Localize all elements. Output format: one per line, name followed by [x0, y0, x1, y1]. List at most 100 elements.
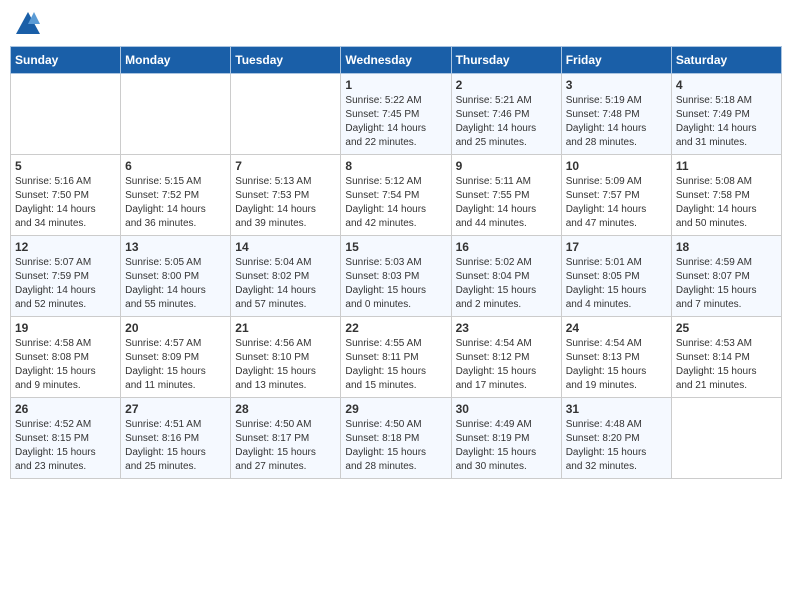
day-number: 18	[676, 240, 777, 254]
calendar-cell: 6 Sunrise: 5:15 AM Sunset: 7:52 PM Daylig…	[121, 155, 231, 236]
calendar-cell: 14 Sunrise: 5:04 AM Sunset: 8:02 PM Dayli…	[231, 236, 341, 317]
calendar-cell: 29Sunrise: 4:50 AM Sunset: 8:18 PM Dayli…	[341, 398, 451, 479]
calendar-cell: 11 Sunrise: 5:08 AM Sunset: 7:58 PM Dayli…	[671, 155, 781, 236]
calendar-week-2: 5Sunrise: 5:16 AM Sunset: 7:50 PM Daylig…	[11, 155, 782, 236]
calendar-cell	[11, 74, 121, 155]
day-info: Sunrise: 5:13 AM Sunset: 7:53 PM Dayligh…	[235, 175, 336, 231]
day-info: Sunrise: 4:49 AM Sunset: 8:19 PM Dayligh…	[456, 418, 557, 474]
calendar-cell: 3Sunrise: 5:19 AM Sunset: 7:48 PM Daylig…	[561, 74, 671, 155]
day-info: Sunrise: 4:54 AM Sunset: 8:13 PM Dayligh…	[566, 337, 667, 393]
weekday-header-friday: Friday	[561, 47, 671, 74]
calendar-cell: 22 Sunrise: 4:55 AM Sunset: 8:11 PM Dayli…	[341, 317, 451, 398]
day-number: 11	[676, 159, 777, 173]
calendar-cell: 23 Sunrise: 4:54 AM Sunset: 8:12 PM Dayli…	[451, 317, 561, 398]
day-info: Sunrise: 5:08 AM Sunset: 7:58 PM Dayligh…	[676, 175, 777, 231]
day-info: Sunrise: 5:09 AM Sunset: 7:57 PM Dayligh…	[566, 175, 667, 231]
day-number: 2	[456, 78, 557, 92]
day-number: 16	[456, 240, 557, 254]
calendar-cell: 26 Sunrise: 4:52 AM Sunset: 8:15 PM Dayli…	[11, 398, 121, 479]
calendar-cell: 5Sunrise: 5:16 AM Sunset: 7:50 PM Daylig…	[11, 155, 121, 236]
weekday-header-saturday: Saturday	[671, 47, 781, 74]
day-number: 8	[345, 159, 446, 173]
calendar-week-5: 26 Sunrise: 4:52 AM Sunset: 8:15 PM Dayli…	[11, 398, 782, 479]
day-info: Sunrise: 5:15 AM Sunset: 7:52 PM Dayligh…	[125, 175, 226, 231]
calendar-cell: 13 Sunrise: 5:05 AM Sunset: 8:00 PM Dayli…	[121, 236, 231, 317]
calendar-cell: 8 Sunrise: 5:12 AM Sunset: 7:54 PM Daylig…	[341, 155, 451, 236]
logo	[14, 10, 46, 38]
calendar-week-4: 19Sunrise: 4:58 AM Sunset: 8:08 PM Dayli…	[11, 317, 782, 398]
day-info: Sunrise: 4:50 AM Sunset: 8:17 PM Dayligh…	[235, 418, 336, 474]
day-info: Sunrise: 4:52 AM Sunset: 8:15 PM Dayligh…	[15, 418, 116, 474]
day-info: Sunrise: 4:55 AM Sunset: 8:11 PM Dayligh…	[345, 337, 446, 393]
day-info: Sunrise: 4:50 AM Sunset: 8:18 PM Dayligh…	[345, 418, 446, 474]
day-info: Sunrise: 5:22 AM Sunset: 7:45 PM Dayligh…	[345, 94, 446, 150]
calendar-cell: 2 Sunrise: 5:21 AM Sunset: 7:46 PM Daylig…	[451, 74, 561, 155]
day-number: 9	[456, 159, 557, 173]
calendar-cell	[121, 74, 231, 155]
day-info: Sunrise: 5:12 AM Sunset: 7:54 PM Dayligh…	[345, 175, 446, 231]
calendar-cell: 4 Sunrise: 5:18 AM Sunset: 7:49 PM Daylig…	[671, 74, 781, 155]
calendar-cell: 27Sunrise: 4:51 AM Sunset: 8:16 PM Dayli…	[121, 398, 231, 479]
day-number: 10	[566, 159, 667, 173]
day-number: 1	[345, 78, 446, 92]
day-number: 25	[676, 321, 777, 335]
calendar-cell: 1 Sunrise: 5:22 AM Sunset: 7:45 PM Daylig…	[341, 74, 451, 155]
day-number: 20	[125, 321, 226, 335]
day-number: 13	[125, 240, 226, 254]
day-info: Sunrise: 4:58 AM Sunset: 8:08 PM Dayligh…	[15, 337, 116, 393]
calendar-cell: 30 Sunrise: 4:49 AM Sunset: 8:19 PM Dayli…	[451, 398, 561, 479]
weekday-header-tuesday: Tuesday	[231, 47, 341, 74]
day-number: 31	[566, 402, 667, 416]
day-info: Sunrise: 5:18 AM Sunset: 7:49 PM Dayligh…	[676, 94, 777, 150]
day-info: Sunrise: 5:21 AM Sunset: 7:46 PM Dayligh…	[456, 94, 557, 150]
calendar-cell	[231, 74, 341, 155]
calendar-cell: 21Sunrise: 4:56 AM Sunset: 8:10 PM Dayli…	[231, 317, 341, 398]
day-number: 4	[676, 78, 777, 92]
day-info: Sunrise: 5:07 AM Sunset: 7:59 PM Dayligh…	[15, 256, 116, 312]
day-info: Sunrise: 4:57 AM Sunset: 8:09 PM Dayligh…	[125, 337, 226, 393]
day-number: 26	[15, 402, 116, 416]
weekday-header-sunday: Sunday	[11, 47, 121, 74]
day-info: Sunrise: 5:16 AM Sunset: 7:50 PM Dayligh…	[15, 175, 116, 231]
weekday-header-monday: Monday	[121, 47, 231, 74]
day-info: Sunrise: 5:01 AM Sunset: 8:05 PM Dayligh…	[566, 256, 667, 312]
day-number: 7	[235, 159, 336, 173]
day-info: Sunrise: 5:11 AM Sunset: 7:55 PM Dayligh…	[456, 175, 557, 231]
calendar-cell: 17 Sunrise: 5:01 AM Sunset: 8:05 PM Dayli…	[561, 236, 671, 317]
calendar-week-1: 1 Sunrise: 5:22 AM Sunset: 7:45 PM Daylig…	[11, 74, 782, 155]
day-number: 24	[566, 321, 667, 335]
day-info: Sunrise: 5:02 AM Sunset: 8:04 PM Dayligh…	[456, 256, 557, 312]
day-number: 22	[345, 321, 446, 335]
day-number: 23	[456, 321, 557, 335]
day-number: 6	[125, 159, 226, 173]
day-info: Sunrise: 5:04 AM Sunset: 8:02 PM Dayligh…	[235, 256, 336, 312]
calendar-cell: 18 Sunrise: 4:59 AM Sunset: 8:07 PM Dayli…	[671, 236, 781, 317]
calendar-cell: 19Sunrise: 4:58 AM Sunset: 8:08 PM Dayli…	[11, 317, 121, 398]
calendar-cell: 31 Sunrise: 4:48 AM Sunset: 8:20 PM Dayli…	[561, 398, 671, 479]
day-number: 14	[235, 240, 336, 254]
calendar-cell: 25Sunrise: 4:53 AM Sunset: 8:14 PM Dayli…	[671, 317, 781, 398]
day-info: Sunrise: 5:19 AM Sunset: 7:48 PM Dayligh…	[566, 94, 667, 150]
calendar-header: SundayMondayTuesdayWednesdayThursdayFrid…	[11, 47, 782, 74]
calendar-week-3: 12Sunrise: 5:07 AM Sunset: 7:59 PM Dayli…	[11, 236, 782, 317]
day-info: Sunrise: 4:48 AM Sunset: 8:20 PM Dayligh…	[566, 418, 667, 474]
calendar-cell: 16 Sunrise: 5:02 AM Sunset: 8:04 PM Dayli…	[451, 236, 561, 317]
calendar-cell: 9 Sunrise: 5:11 AM Sunset: 7:55 PM Daylig…	[451, 155, 561, 236]
calendar-cell	[671, 398, 781, 479]
calendar-cell: 15Sunrise: 5:03 AM Sunset: 8:03 PM Dayli…	[341, 236, 451, 317]
logo-icon	[14, 10, 42, 38]
day-number: 21	[235, 321, 336, 335]
page-header	[10, 10, 782, 38]
day-info: Sunrise: 5:05 AM Sunset: 8:00 PM Dayligh…	[125, 256, 226, 312]
day-info: Sunrise: 4:59 AM Sunset: 8:07 PM Dayligh…	[676, 256, 777, 312]
calendar-table: SundayMondayTuesdayWednesdayThursdayFrid…	[10, 46, 782, 479]
calendar-cell: 10 Sunrise: 5:09 AM Sunset: 7:57 PM Dayli…	[561, 155, 671, 236]
calendar-cell: 20 Sunrise: 4:57 AM Sunset: 8:09 PM Dayli…	[121, 317, 231, 398]
day-number: 30	[456, 402, 557, 416]
weekday-header-thursday: Thursday	[451, 47, 561, 74]
weekday-header-wednesday: Wednesday	[341, 47, 451, 74]
day-number: 17	[566, 240, 667, 254]
calendar-cell: 12Sunrise: 5:07 AM Sunset: 7:59 PM Dayli…	[11, 236, 121, 317]
day-info: Sunrise: 4:54 AM Sunset: 8:12 PM Dayligh…	[456, 337, 557, 393]
day-info: Sunrise: 4:51 AM Sunset: 8:16 PM Dayligh…	[125, 418, 226, 474]
